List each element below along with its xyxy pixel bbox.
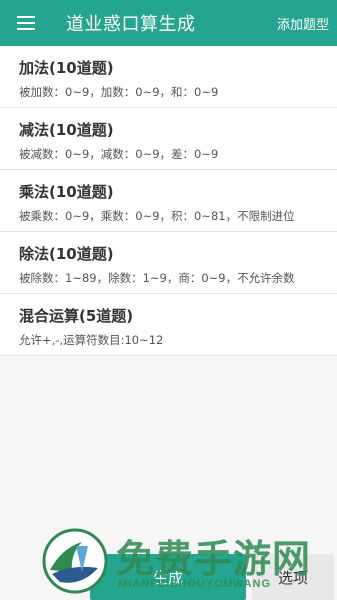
app-title: 道业惑口算生成 xyxy=(66,14,196,35)
generate-button[interactable]: 生成 xyxy=(90,554,246,600)
options-button[interactable]: 选项 xyxy=(252,554,334,600)
item-description: 被乘数：0~9，乘数：0~9，积：0~81，不限制进位 xyxy=(19,209,295,223)
list-item-division[interactable]: 除法(10道题) 被除数：1~89，除数：1~9，商：0~9，不允许余数 xyxy=(0,232,337,294)
question-type-list: 加法(10道题) 被加数：0~9，加数：0~9，和：0~9 减法(10道题) 被… xyxy=(0,46,337,356)
item-title: 乘法(10道题) xyxy=(19,183,114,201)
list-item-subtraction[interactable]: 减法(10道题) 被减数：0~9，减数：0~9，差：0~9 xyxy=(0,108,337,170)
add-question-type-button[interactable]: 添加题型 xyxy=(277,14,337,33)
item-title: 混合运算(5道题) xyxy=(19,307,134,325)
item-title: 除法(10道题) xyxy=(19,245,114,263)
item-description: 被除数：1~89，除数：1~9，商：0~9，不允许余数 xyxy=(19,271,295,285)
item-title: 减法(10道题) xyxy=(19,121,114,139)
item-description: 被加数：0~9，加数：0~9，和：0~9 xyxy=(19,85,219,99)
list-item-addition[interactable]: 加法(10道题) 被加数：0~9，加数：0~9，和：0~9 xyxy=(0,46,337,108)
hamburger-menu-icon xyxy=(17,16,35,30)
item-description: 被减数：0~9，减数：0~9，差：0~9 xyxy=(19,147,219,161)
item-description: 允许+,-,运算符数目:10~12 xyxy=(19,333,164,347)
list-item-mixed[interactable]: 混合运算(5道题) 允许+,-,运算符数目:10~12 xyxy=(0,294,337,356)
item-title: 加法(10道题) xyxy=(19,59,114,77)
bottom-bar: 生成 选项 xyxy=(0,554,337,600)
menu-button[interactable] xyxy=(0,0,52,46)
app-bar: 道业惑口算生成 添加题型 xyxy=(0,0,337,46)
list-item-multiplication[interactable]: 乘法(10道题) 被乘数：0~9，乘数：0~9，积：0~81，不限制进位 xyxy=(0,170,337,232)
